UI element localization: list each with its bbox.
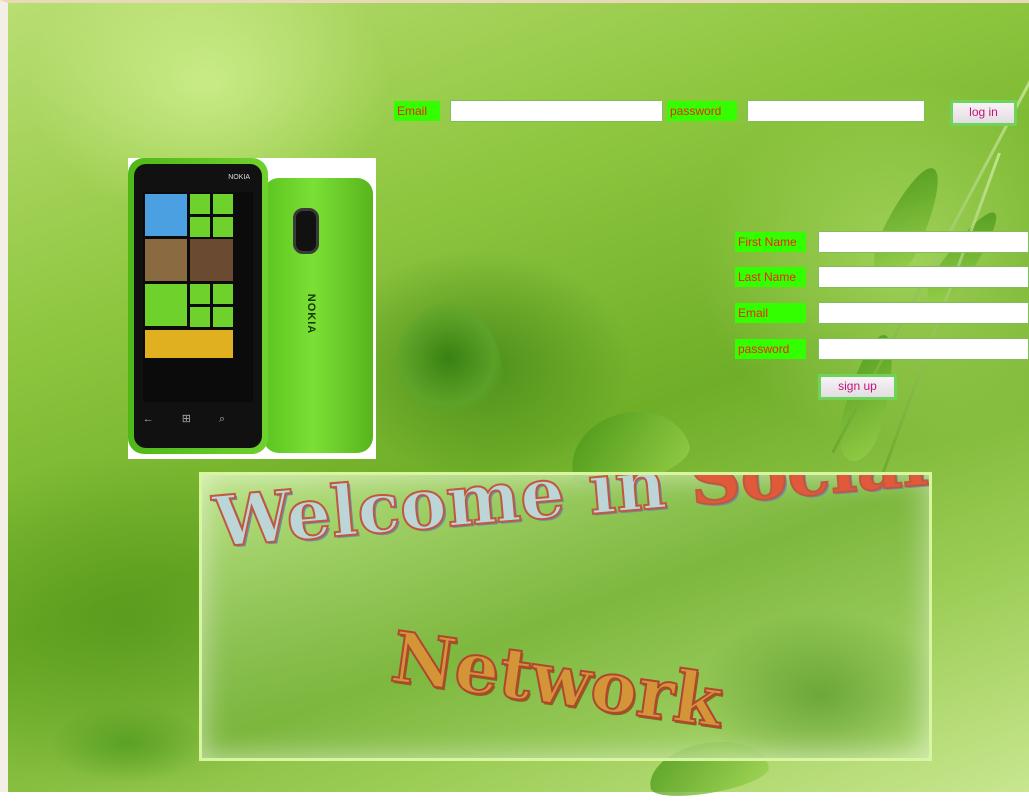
screen-tile [190,194,210,214]
phone-bezel: NOKIA ←⊞⌕ [134,164,262,448]
login-email-label: Email [394,101,440,121]
signup-last-name-label: Last Name [735,267,806,287]
phone-screen [143,192,253,402]
screen-tile [213,284,233,304]
login-password-label: password [667,101,737,121]
screen-tile [145,330,233,358]
signup-password-input[interactable] [818,338,1029,360]
signup-button[interactable]: sign up [818,374,897,400]
banner-network-text: Network [385,614,728,745]
camera-lens [293,208,319,254]
signup-first-name-label: First Name [735,232,806,252]
phone-brand-front: NOKIA [228,174,250,181]
login-email-input[interactable] [450,100,663,122]
phone-back: NOKIA [263,178,373,453]
login-button[interactable]: log in [950,100,1017,126]
screen-tile [190,239,233,281]
banner-line-1: Welcome in Social [209,472,929,565]
phone-front: NOKIA ←⊞⌕ [128,158,268,454]
leaf-decoration [48,703,208,783]
leaf-decoration [919,204,1007,312]
signup-email-input[interactable] [818,302,1029,324]
screen-tile [213,307,233,327]
signup-last-name-input[interactable] [818,266,1029,288]
signup-password-label: password [735,339,806,359]
banner-welcome-text: Welcome in [209,472,694,565]
login-password-input[interactable] [747,100,925,122]
banner-social-text: Social [685,475,929,523]
leaf-decoration [393,303,503,413]
screen-tile [213,194,233,214]
screen-tile [145,284,187,326]
screen-tile [213,217,233,237]
screen-tile [190,307,210,327]
screen-tile [190,284,210,304]
screen-tile [145,239,187,281]
phone-brand-back: NOKIA [305,293,318,335]
phone-image: NOKIA NOKIA ←⊞⌕ [128,158,376,459]
screen-tile [190,217,210,237]
phone-nav-buttons: ←⊞⌕ [142,413,254,425]
welcome-banner: Welcome in Social Network [199,472,932,761]
banner-reflection [208,595,230,642]
signup-first-name-input[interactable] [818,231,1029,253]
screen-tile [145,194,187,236]
signup-email-label: Email [735,303,806,323]
